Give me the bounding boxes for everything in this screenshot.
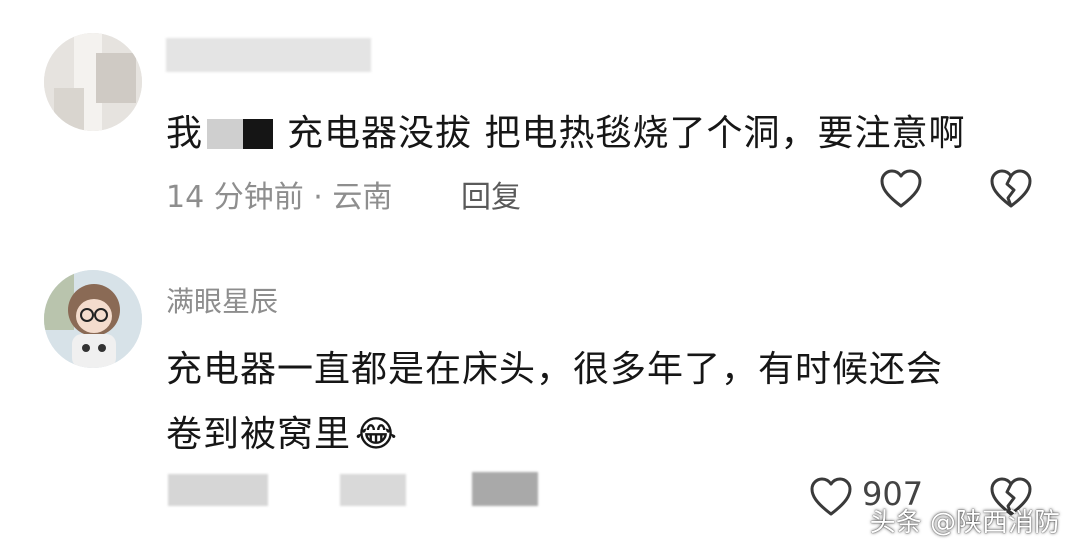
- meta-redacted: [340, 474, 406, 506]
- username[interactable]: 满眼星辰: [166, 280, 278, 320]
- comment-text-line-1: 充电器一直都是在床头，很多年了，有时候还会: [166, 349, 944, 390]
- reply-button[interactable]: 回复: [461, 172, 521, 216]
- broken-heart-icon[interactable]: [989, 168, 1033, 210]
- comment-meta: 14 分钟前 · 云南: [166, 180, 393, 215]
- username-redacted: [166, 38, 371, 72]
- redacted-text: [207, 119, 244, 149]
- redacted-block: [243, 119, 274, 149]
- reply-redacted[interactable]: [472, 472, 538, 506]
- laughing-emoji-icon: 😂: [355, 414, 399, 455]
- meta-redacted: [168, 474, 268, 506]
- watermark: 头条 @陕西消防: [869, 508, 1060, 538]
- avatar-image: [44, 33, 142, 131]
- avatar-image: [44, 270, 142, 368]
- comment-list: 我充电器没拔 把电热毯烧了个洞，要注意啊 14 分钟前 · 云南 回复 满眼星辰…: [0, 0, 1080, 553]
- redacted-text-2: [277, 119, 287, 149]
- heart-outline-icon[interactable]: [879, 168, 923, 210]
- avatar[interactable]: [44, 33, 142, 131]
- heart-outline-icon[interactable]: [809, 476, 853, 518]
- comment-text: 我充电器没拔 把电热毯烧了个洞，要注意啊: [166, 113, 966, 154]
- comment-text-line-2: 卷到被窝里 😂: [166, 414, 399, 455]
- avatar[interactable]: [44, 270, 142, 368]
